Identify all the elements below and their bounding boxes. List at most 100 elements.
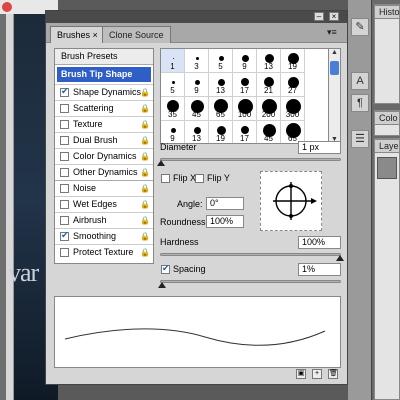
lock-icon[interactable]: 🔒 xyxy=(140,216,150,225)
tab-color[interactable]: Colo xyxy=(374,111,400,125)
angle-crosshair-icon[interactable] xyxy=(261,172,321,230)
brush-tip-item[interactable]: 13 xyxy=(257,49,281,73)
option-dual-brush[interactable]: Dual Brush 🔒 xyxy=(55,132,153,148)
tab-history[interactable]: Histo xyxy=(374,5,400,19)
brush-tip-item[interactable]: 13 xyxy=(209,73,233,97)
brush-tip-item[interactable]: 21 xyxy=(257,73,281,97)
brush-tip-item[interactable]: 27 xyxy=(281,73,305,97)
brush-tip-item[interactable]: 19 xyxy=(281,49,305,73)
option-protect-texture[interactable]: Protect Texture 🔒 xyxy=(55,244,153,260)
checkbox[interactable] xyxy=(60,86,69,97)
lock-icon[interactable]: 🔒 xyxy=(140,184,150,193)
brush-tip-item[interactable]: 5 xyxy=(161,73,185,97)
diameter-slider[interactable] xyxy=(160,158,341,161)
trash-icon[interactable]: 🗑 xyxy=(328,369,338,379)
flip-x-checkbox[interactable] xyxy=(161,174,170,183)
brush-tip-item[interactable]: 45 xyxy=(185,97,209,121)
tab-clone-source[interactable]: Clone Source xyxy=(102,26,171,43)
checkbox[interactable] xyxy=(60,104,69,113)
spacing-slider-knob[interactable] xyxy=(158,282,166,288)
checkbox[interactable] xyxy=(60,248,69,257)
panel-title-strip[interactable]: – × xyxy=(46,11,347,23)
diameter-field[interactable]: 1 px xyxy=(298,141,341,154)
brush-tip-item[interactable]: 100 xyxy=(233,97,257,121)
close-panel-icon[interactable]: × xyxy=(329,12,339,21)
brush-tip-item[interactable]: 35 xyxy=(161,97,185,121)
option-smoothing[interactable]: Smoothing 🔒 xyxy=(55,228,153,244)
checkbox[interactable] xyxy=(60,184,69,193)
checkbox[interactable] xyxy=(60,120,69,129)
hardness-slider-knob[interactable] xyxy=(336,255,344,261)
option-scattering[interactable]: Scattering 🔒 xyxy=(55,100,153,116)
brush-tip-item[interactable]: 200 xyxy=(257,97,281,121)
brush-tip-item[interactable]: 300 xyxy=(281,97,305,121)
create-new-brush-icon[interactable]: + xyxy=(312,369,322,379)
hardness-field[interactable]: 100% xyxy=(298,236,341,249)
lock-icon[interactable]: 🔒 xyxy=(140,120,150,129)
brush-tip-item[interactable]: 17 xyxy=(233,121,257,143)
lock-icon[interactable]: 🔒 xyxy=(140,88,150,97)
lock-icon[interactable]: 🔒 xyxy=(140,136,150,145)
brush-tip-item[interactable]: 1 xyxy=(161,49,185,73)
tab-layers[interactable]: Laye xyxy=(374,139,400,153)
brush-tip-item[interactable]: 45 xyxy=(257,121,281,143)
roundness-field[interactable]: 100% xyxy=(206,215,244,228)
tab-brushes[interactable]: Brushes × xyxy=(50,26,105,43)
checkbox[interactable] xyxy=(60,152,69,161)
brush-tip-item[interactable]: 17 xyxy=(233,73,257,97)
angle-roundness-widget[interactable] xyxy=(260,171,322,231)
lock-icon[interactable]: 🔒 xyxy=(140,248,150,257)
brush-tip-item[interactable]: 9 xyxy=(233,49,257,73)
option-color-dynamics[interactable]: Color Dynamics 🔒 xyxy=(55,148,153,164)
paragraph-icon[interactable]: ¶ xyxy=(351,94,369,112)
checkbox[interactable] xyxy=(60,200,69,209)
option-other-dynamics[interactable]: Other Dynamics 🔒 xyxy=(55,164,153,180)
checkbox[interactable] xyxy=(60,230,69,241)
clone-stamp-icon[interactable]: ✎ xyxy=(351,18,369,36)
brush-tip-item[interactable]: 65 xyxy=(209,97,233,121)
brush-tip-item[interactable]: 19 xyxy=(209,121,233,143)
option-shape-dynamics[interactable]: Shape Dynamics 🔒 xyxy=(55,84,153,100)
lock-icon[interactable]: 🔒 xyxy=(140,152,150,161)
brush-presets-button[interactable]: Brush Presets xyxy=(55,49,153,65)
option-airbrush[interactable]: Airbrush 🔒 xyxy=(55,212,153,228)
layer-thumbnail[interactable] xyxy=(377,157,397,179)
lock-icon[interactable]: 🔒 xyxy=(140,168,150,177)
angle-field[interactable]: 0° xyxy=(206,197,244,210)
scroll-up-icon[interactable]: ▲ xyxy=(330,49,339,56)
minimize-icon[interactable]: – xyxy=(314,12,324,21)
character-icon[interactable]: A xyxy=(351,72,369,90)
checkbox[interactable] xyxy=(60,216,69,225)
flip-y-checkbox[interactable] xyxy=(195,174,204,183)
layers-panel-icon[interactable]: ☰ xyxy=(351,130,369,148)
brush-tip-item[interactable]: 9 xyxy=(185,73,209,97)
brush-tip-size: 5 xyxy=(170,86,175,95)
option-texture[interactable]: Texture 🔒 xyxy=(55,116,153,132)
close-document-icon[interactable] xyxy=(2,2,12,12)
brush-tip-size: 3 xyxy=(194,62,199,71)
diameter-slider-knob[interactable] xyxy=(157,160,165,166)
hardness-slider[interactable] xyxy=(160,253,341,256)
lock-icon[interactable]: 🔒 xyxy=(140,104,150,113)
brush-tip-size: 17 xyxy=(240,134,249,143)
brush-tip-item[interactable]: 3 xyxy=(185,49,209,73)
brush-tip-size: 21 xyxy=(264,86,273,95)
option-noise[interactable]: Noise 🔒 xyxy=(55,180,153,196)
option-wet-edges[interactable]: Wet Edges 🔒 xyxy=(55,196,153,212)
checkbox[interactable] xyxy=(60,168,69,177)
new-preset-icon[interactable]: ▣ xyxy=(296,369,306,379)
brush-tip-item[interactable]: 5 xyxy=(209,49,233,73)
checkbox[interactable] xyxy=(60,136,69,145)
spacing-field[interactable]: 1% xyxy=(298,263,341,276)
lock-icon[interactable]: 🔒 xyxy=(140,232,150,241)
spacing-slider[interactable] xyxy=(160,280,341,283)
panel-menu-icon[interactable]: ▾≡ xyxy=(327,28,341,38)
scroll-thumb[interactable] xyxy=(330,61,339,75)
brush-tip-item[interactable]: 13 xyxy=(185,121,209,143)
brush-tip-size: 100 xyxy=(237,110,252,119)
brush-tip-scrollbar[interactable]: ▲ ▼ xyxy=(328,48,341,144)
brush-tip-item[interactable]: 9 xyxy=(161,121,185,143)
brush-tip-shape-item[interactable]: Brush Tip Shape xyxy=(57,67,151,82)
spacing-checkbox[interactable] xyxy=(161,263,170,274)
lock-icon[interactable]: 🔒 xyxy=(140,200,150,209)
